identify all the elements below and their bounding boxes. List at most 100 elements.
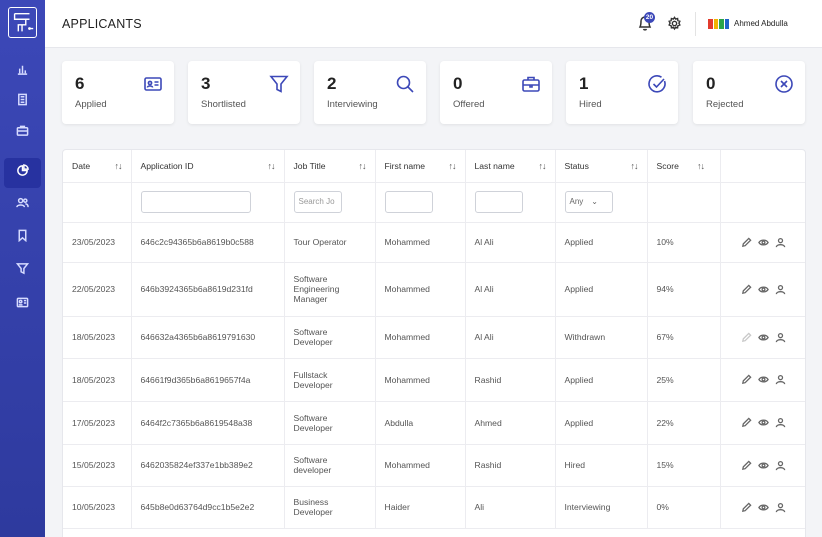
cell-first-name: Abdulla [375,401,466,445]
view-eye-icon[interactable] [758,237,769,248]
cell-last-name: Rashid [465,444,556,487]
user-profile-icon[interactable] [775,284,786,295]
application-id-filter-input[interactable] [140,191,251,213]
column-header-job-title[interactable]: Job Title ↑↓ [284,150,376,183]
sort-icon[interactable]: ↑↓ [359,161,367,171]
chevron-down-icon: ⌄ [591,197,598,206]
cell-score: 10% [647,222,721,263]
notification-badge: 20 [644,12,655,23]
cell-date: 10/05/2023 [63,486,132,529]
stat-card-shortlisted[interactable]: 3 Shortlisted [188,61,300,124]
stat-card-applied[interactable]: 6 Applied [62,61,174,124]
filter-row: Search Jo Any ⌄ [63,182,805,223]
table-row[interactable]: 22/05/2023 646b3924365b6a8619d231fd Softwa… [63,262,805,317]
cell-score: 67% [647,316,721,359]
sidebar-item-candidates[interactable] [0,192,45,218]
sidebar-item-applicants[interactable] [4,158,41,188]
cell-date: 15/05/2023 [63,444,132,487]
column-header-score[interactable]: Score ↑↓ [647,150,721,183]
cell-last-name: Rashid [465,358,556,402]
stat-card-hired[interactable]: 1 Hired [566,61,678,124]
sidebar [0,0,45,537]
sort-icon[interactable]: ↑↓ [697,161,705,171]
view-eye-icon[interactable] [758,460,769,471]
sort-icon[interactable]: ↑↓ [268,161,276,171]
first-name-filter-input[interactable] [384,191,433,213]
column-header-application-id[interactable]: Application ID ↑↓ [131,150,285,183]
edit-pencil-icon[interactable] [741,417,752,428]
sort-icon[interactable]: ↑↓ [449,161,457,171]
table-row[interactable]: 10/05/2023 645b8e0d63764d9cc1b5e2e2 Busine… [63,486,805,529]
cell-first-name: Haider [375,486,466,529]
top-bar: APPLICANTS 20 Ahmed Abdulla [45,0,822,48]
column-header-status[interactable]: Status ↑↓ [555,150,648,183]
stat-card-rejected[interactable]: 0 Rejected [693,61,805,124]
cell-last-name: Ahmed [465,401,556,445]
cell-date: 17/05/2023 [63,401,132,445]
settings-gear-icon[interactable] [667,16,682,31]
page-title: APPLICANTS [62,17,142,31]
cell-status: Hired [555,444,648,487]
edit-pencil-icon[interactable] [741,502,752,513]
user-profile-icon[interactable] [775,374,786,385]
status-filter-select[interactable]: Any ⌄ [564,191,613,213]
edit-pencil-icon[interactable] [741,284,752,295]
table-row[interactable]: 18/05/2023 646632a4365b6a8619791630 Softwa… [63,316,805,359]
cell-application-id: 64661f9d365b6a8619657f4a [131,358,285,402]
sidebar-item-dashboard[interactable] [0,59,45,85]
view-eye-icon[interactable] [758,502,769,513]
cell-score: 22% [647,401,721,445]
cell-last-name: Ali [465,486,556,529]
view-eye-icon[interactable] [758,284,769,295]
job-title-filter-input[interactable]: Search Jo [293,191,342,213]
edit-pencil-icon[interactable] [741,237,752,248]
column-header-first-name[interactable]: First name ↑↓ [375,150,466,183]
column-header-last-name[interactable]: Last name ↑↓ [465,150,556,183]
cell-status: Applied [555,262,648,317]
edit-pencil-icon[interactable] [741,332,752,343]
sort-icon[interactable]: ↑↓ [115,161,123,171]
cell-score: 0% [647,486,721,529]
stat-value: 2 [327,74,337,93]
sidebar-item-saved[interactable] [0,225,45,251]
applicants-table: Date ↑↓ Application ID ↑↓ Job Title ↑↓ Firs… [62,149,806,537]
sidebar-item-pipeline[interactable] [0,258,45,284]
column-header-date[interactable]: Date ↑↓ [63,150,132,183]
cell-last-name: Al Ali [465,316,556,359]
user-profile-icon[interactable] [775,332,786,343]
stat-value: 0 [453,74,463,93]
view-eye-icon[interactable] [758,374,769,385]
user-profile-icon[interactable] [775,502,786,513]
stat-card-offered[interactable]: 0 Offered [440,61,552,124]
table-row[interactable]: 15/05/2023 6462035824ef337e1bb389e2 Softwa… [63,444,805,487]
sidebar-item-companies[interactable] [0,89,45,115]
sort-icon[interactable]: ↑↓ [539,161,547,171]
user-name[interactable]: Ahmed Abdulla [734,19,788,28]
funnel-icon [15,262,30,280]
sidebar-item-profiles[interactable] [0,292,45,318]
cell-job-title: Software Engineering Manager [284,262,376,317]
table-row[interactable]: 18/05/2023 64661f9d365b6a8619657f4a Fullst… [63,358,805,402]
table-row[interactable]: 17/05/2023 6464f2c7365b6a8619548a38 Softwa… [63,401,805,445]
cell-status: Interviewing [555,486,648,529]
cell-first-name: Mohammed [375,316,466,359]
view-eye-icon[interactable] [758,417,769,428]
cell-last-name: Al Ali [465,222,556,263]
sort-icon[interactable]: ↑↓ [631,161,639,171]
stat-label: Shortlisted [201,99,246,110]
cell-job-title: Tour Operator [284,222,376,263]
stat-card-interviewing[interactable]: 2 Interviewing [314,61,426,124]
user-profile-icon[interactable] [775,417,786,428]
cell-application-id: 646b3924365b6a8619d231fd [131,262,285,317]
table-row[interactable]: 23/05/2023 646c2c94365b6a8619b0c588 Tour O… [63,222,805,263]
user-profile-icon[interactable] [775,460,786,471]
user-profile-icon[interactable] [775,237,786,248]
edit-pencil-icon[interactable] [741,374,752,385]
last-name-filter-input[interactable] [474,191,523,213]
view-eye-icon[interactable] [758,332,769,343]
stat-label: Applied [75,99,107,110]
edit-pencil-icon[interactable] [741,460,752,471]
sidebar-item-jobs[interactable] [0,120,45,146]
app-logo-icon[interactable] [8,7,37,38]
cell-date: 18/05/2023 [63,358,132,402]
